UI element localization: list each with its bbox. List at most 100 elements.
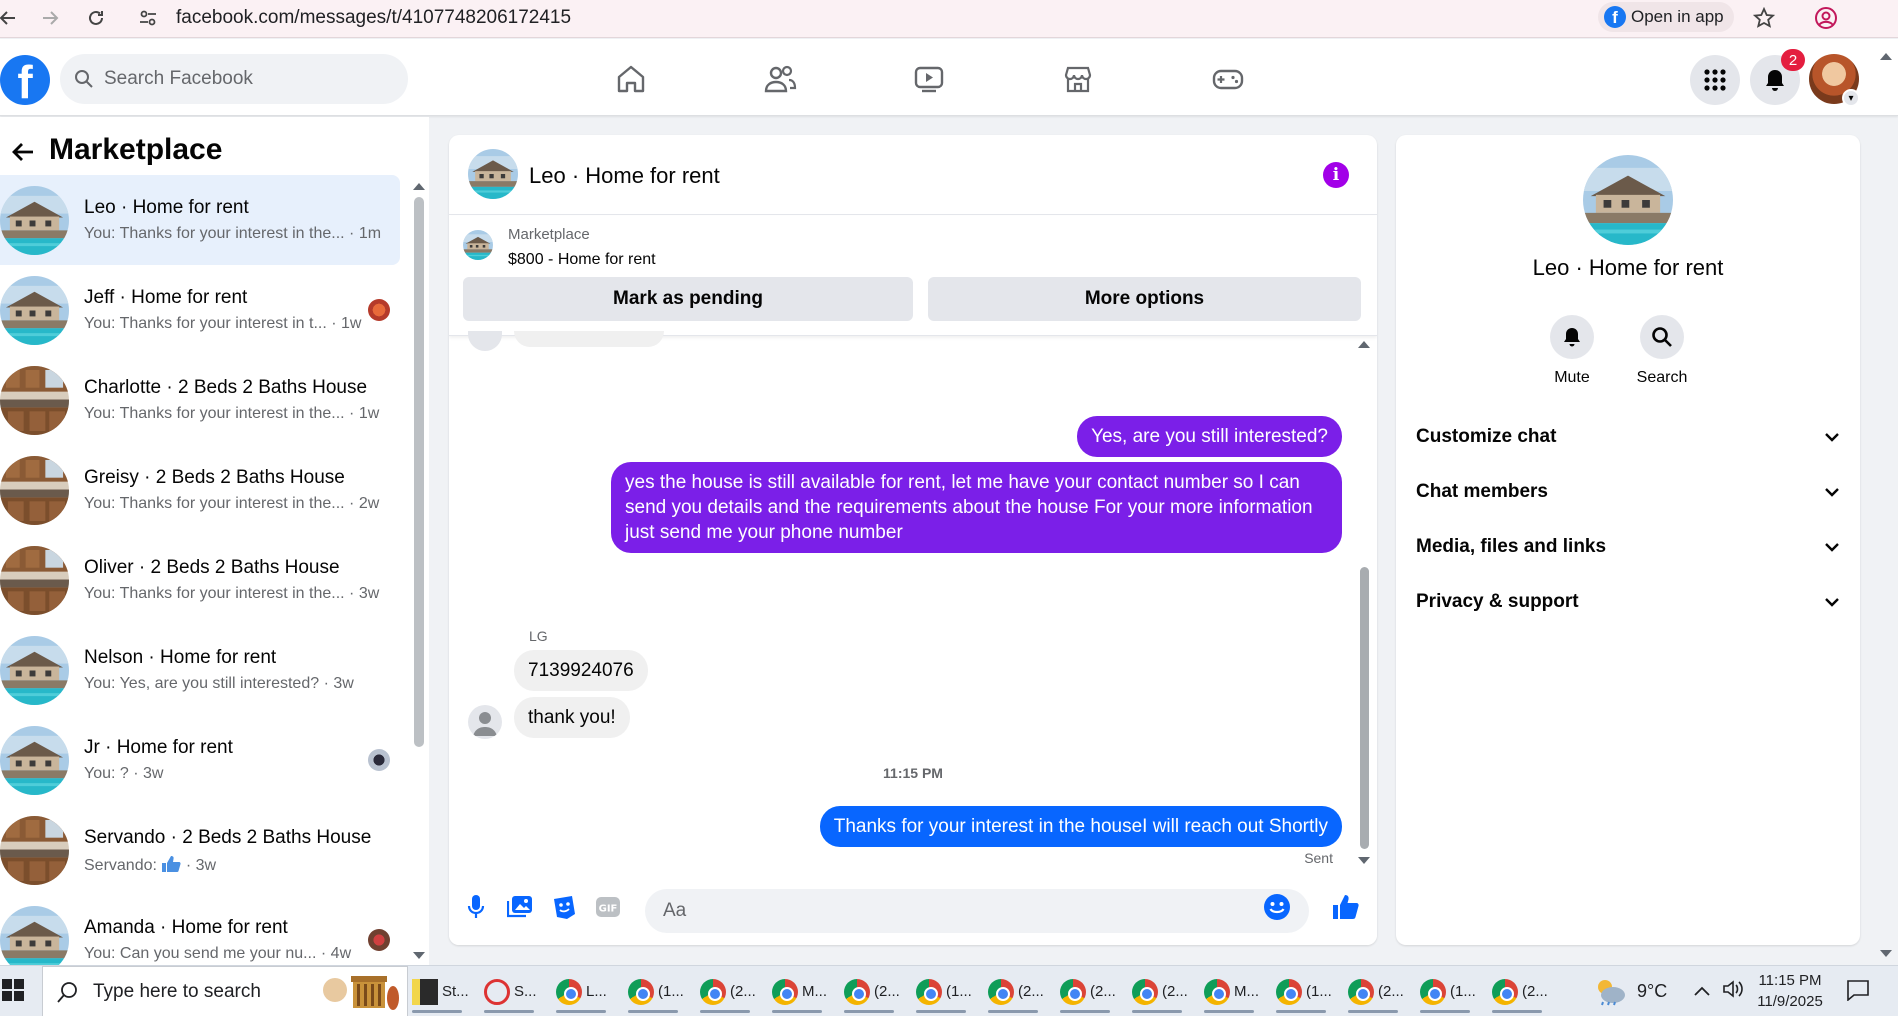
info-icon[interactable]: i [1323, 162, 1349, 188]
forward-arrow-icon[interactable] [36, 4, 64, 32]
page-scroll-up-arrow-icon[interactable] [1880, 53, 1892, 60]
conversation-avatar[interactable] [1583, 155, 1673, 245]
conversation-item[interactable]: Servando · 2 Beds 2 Baths House Servando… [0, 805, 400, 895]
url-bar[interactable]: facebook.com/messages/t/4107748206172415 [176, 5, 571, 31]
conversation-item[interactable]: Oliver · 2 Beds 2 Baths House You: Thank… [0, 535, 400, 625]
taskbar-app-chrome[interactable]: (2... [1056, 970, 1116, 1013]
taskbar-app-chrome[interactable]: (1... [1416, 970, 1476, 1013]
chevron-up-icon[interactable] [1694, 983, 1710, 1001]
more-options-button[interactable]: More options [928, 277, 1361, 321]
menu-grid-icon[interactable] [1690, 55, 1740, 105]
message-input[interactable] [645, 889, 1309, 933]
bookmark-star-icon[interactable] [1750, 4, 1778, 32]
taskbar-app-chrome[interactable]: (2... [840, 970, 900, 1013]
taskbar-app-chrome[interactable]: (2... [1344, 970, 1404, 1013]
search-in-conversation-button[interactable]: Search [1617, 315, 1707, 387]
outgoing-message[interactable]: yes the house is still available for ren… [611, 462, 1342, 553]
mark-as-pending-button[interactable]: Mark as pending [463, 277, 913, 321]
back-arrow-icon[interactable] [0, 4, 22, 32]
home-icon[interactable] [611, 61, 651, 97]
taskbar-app-chrome[interactable]: (1... [912, 970, 972, 1013]
gaming-icon[interactable] [1208, 61, 1248, 97]
chrome-icon [556, 978, 582, 1005]
taskbar-app-chrome[interactable]: (2... [1128, 970, 1188, 1013]
taskbar-underline [1348, 1010, 1398, 1013]
outgoing-message[interactable]: Thanks for your interest in the houseI w… [819, 806, 1342, 847]
weather-widget[interactable]: 9°C [1593, 976, 1667, 1006]
video-icon[interactable] [909, 61, 949, 97]
search-facebook-box[interactable] [60, 54, 408, 104]
taskbar-app-chrome[interactable]: (1... [624, 970, 684, 1013]
friends-icon[interactable] [760, 61, 800, 97]
incoming-message[interactable]: 7139924076 [514, 650, 648, 691]
taskbar-search-box[interactable] [42, 966, 408, 1016]
profile-icon[interactable] [1812, 4, 1840, 32]
conversation-name: Jeff · Home for rent [84, 287, 248, 308]
chat-avatar[interactable] [468, 149, 518, 199]
chat-title[interactable]: Leo · Home for rent [529, 163, 720, 189]
sender-label: LG [529, 628, 548, 644]
site-settings-icon[interactable] [134, 4, 162, 32]
taskbar-app-chrome[interactable]: M... [768, 970, 827, 1013]
facebook-mini-icon: f [1604, 6, 1626, 28]
conversation-item[interactable]: Nelson · Home for rent You: Yes, are you… [0, 625, 400, 715]
sticker-icon[interactable] [549, 892, 579, 922]
gif-icon[interactable]: GIF [593, 892, 623, 922]
listing-thumbnail [0, 906, 69, 965]
volume-icon[interactable] [1722, 979, 1744, 1004]
bell-icon [1550, 315, 1594, 359]
taskbar-underline [556, 1010, 606, 1013]
conversation-item[interactable]: Leo · Home for rent You: Thanks for your… [0, 175, 400, 265]
outgoing-message[interactable]: Yes, are you still interested? [1077, 416, 1342, 457]
facebook-header: f 2 ▾ [0, 39, 1898, 116]
account-chevron-down-icon[interactable]: ▾ [1842, 89, 1860, 107]
mute-button[interactable]: Mute [1527, 315, 1617, 387]
taskbar-app-chrome[interactable]: (2... [984, 970, 1044, 1013]
taskbar-app-chrome[interactable]: (1... [1272, 970, 1332, 1013]
microphone-icon[interactable] [461, 892, 491, 922]
chat-members-section[interactable]: Chat members [1416, 472, 1840, 512]
thumbs-up-icon[interactable] [1331, 892, 1361, 922]
taskbar-app-chrome[interactable]: L... [552, 970, 610, 1013]
scroll-up-arrow-icon[interactable] [413, 183, 425, 190]
listing-title[interactable]: $800 - Home for rent [508, 251, 656, 269]
photo-icon[interactable] [505, 892, 535, 922]
conversation-item[interactable]: Jeff · Home for rent You: Thanks for you… [0, 265, 400, 355]
conversation-item[interactable]: Greisy · 2 Beds 2 Baths House You: Thank… [0, 445, 400, 535]
scroll-down-arrow-icon[interactable] [1358, 857, 1370, 864]
customize-chat-section[interactable]: Customize chat [1416, 417, 1840, 457]
taskbar-app-snipping[interactable]: S... [480, 970, 538, 1013]
emoji-icon[interactable] [1262, 892, 1292, 922]
reload-icon[interactable] [82, 4, 110, 32]
notification-center-icon[interactable] [1846, 979, 1870, 1006]
windows-start-icon[interactable] [2, 979, 24, 1006]
conversation-item[interactable]: Charlotte · 2 Beds 2 Baths House You: Th… [0, 355, 400, 445]
conversation-item[interactable]: Jr · Home for rent You: ? · 3w [0, 715, 400, 805]
open-in-app-button[interactable]: f Open in app [1598, 2, 1734, 32]
chat-header: Leo · Home for rent i [449, 135, 1377, 215]
marketplace-icon[interactable] [1058, 61, 1098, 97]
chat-scrollbar[interactable] [1360, 567, 1369, 849]
taskbar-app-sticky-notes[interactable]: St... [408, 970, 469, 1013]
scroll-down-arrow-icon[interactable] [413, 952, 425, 959]
search-icon [57, 981, 77, 1003]
incoming-message[interactable]: thank you! [514, 697, 630, 738]
sidebar-scrollbar[interactable] [414, 197, 424, 747]
search-facebook-input[interactable] [104, 68, 394, 90]
taskbar-app-chrome[interactable]: (2... [1488, 970, 1548, 1013]
listing-thumbnail [0, 726, 69, 795]
sticky-notes-icon [412, 978, 438, 1005]
page-scroll-down-arrow-icon[interactable] [1880, 950, 1892, 957]
facebook-logo-icon[interactable]: f [0, 55, 50, 105]
media-files-links-section[interactable]: Media, files and links [1416, 527, 1840, 567]
privacy-support-section[interactable]: Privacy & support [1416, 582, 1840, 622]
back-arrow-icon[interactable] [6, 135, 40, 169]
conversation-item[interactable]: Amanda · Home for rent You: Can you send… [0, 895, 400, 965]
conversation-preview: You: ? · 3w [84, 765, 164, 782]
scroll-up-arrow-icon[interactable] [1358, 341, 1370, 348]
taskbar-app-chrome[interactable]: M... [1200, 970, 1259, 1013]
taskbar-app-chrome[interactable]: (2... [696, 970, 756, 1013]
taskbar-clock[interactable]: 11:15 PM 11/9/2025 [1745, 970, 1835, 1012]
conversation-preview: You: Thanks for your interest in the... … [84, 405, 380, 422]
taskbar-search-input[interactable] [93, 980, 313, 1003]
